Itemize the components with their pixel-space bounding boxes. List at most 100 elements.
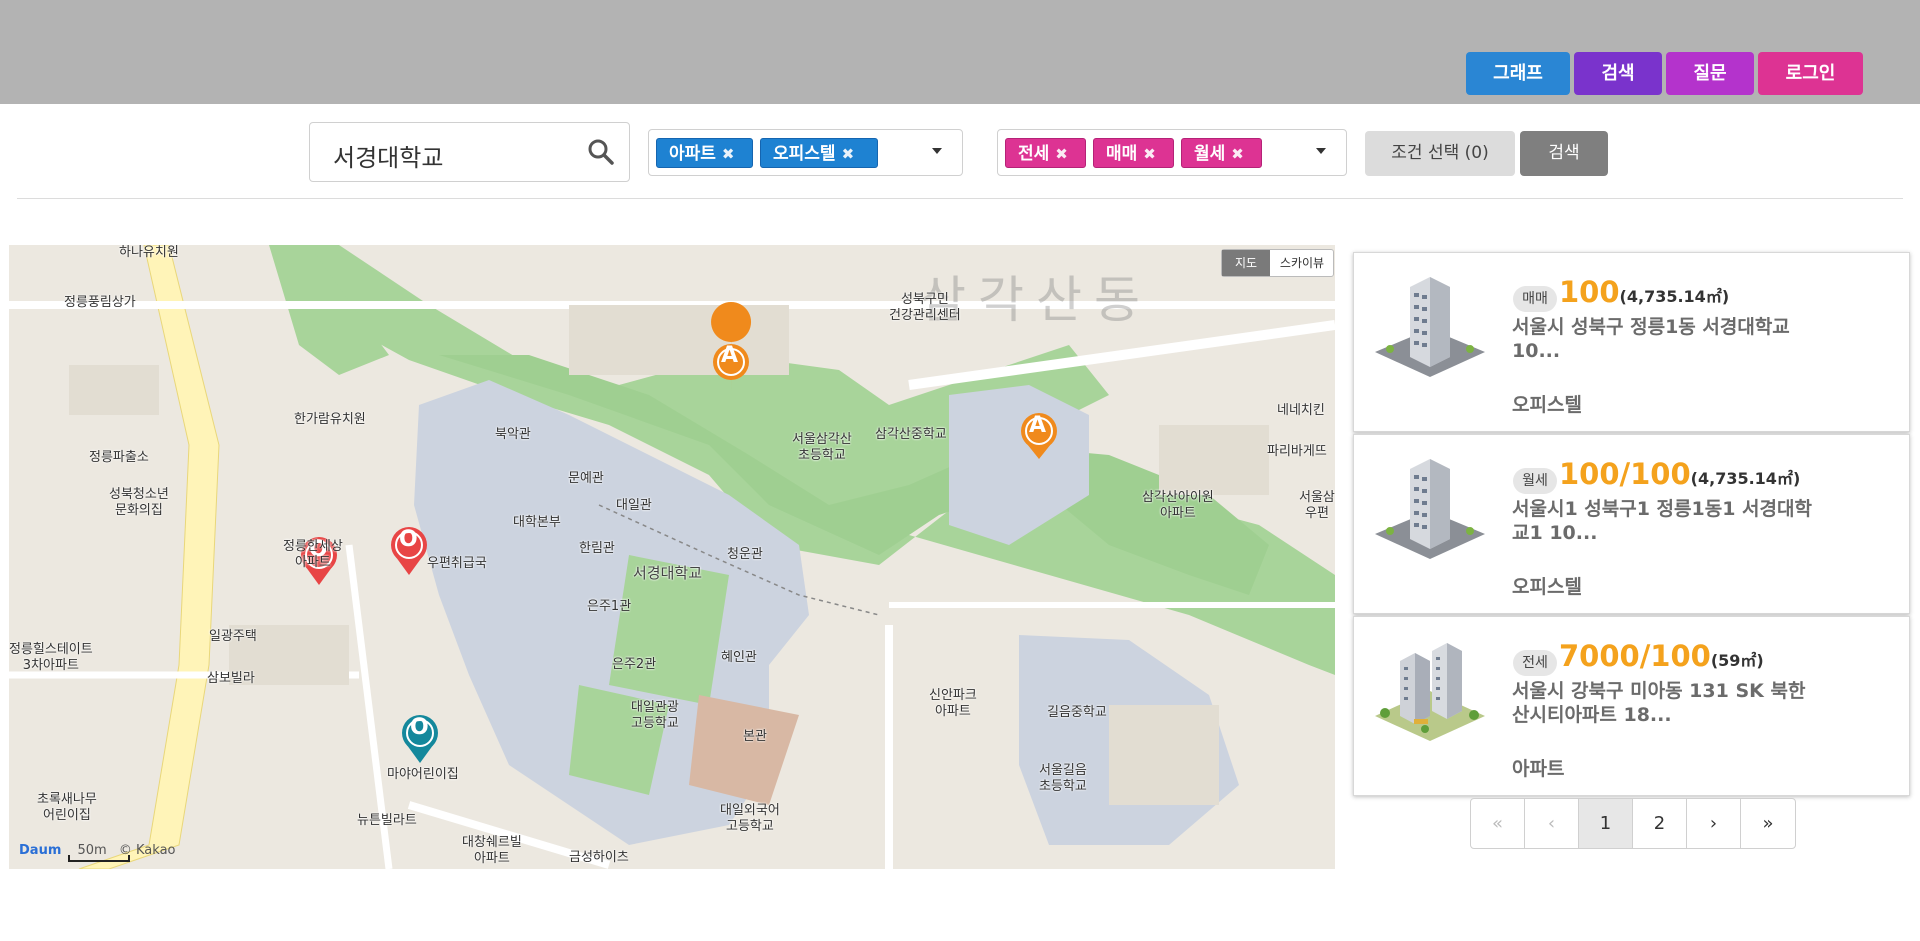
search-nav-button[interactable]: 검색 <box>1574 52 1662 95</box>
search-input-value: 서경대학교 <box>333 144 444 172</box>
map-label: 길음중학교 <box>1047 705 1107 720</box>
result-card[interactable]: 전세 7000/100(59㎡) 서울시 강북구 미아동 131 SK 북한산시… <box>1353 616 1910 796</box>
chip-label: 전세 <box>1018 144 1050 164</box>
condition-select-button[interactable]: 조건 선택 (0) <box>1365 131 1515 176</box>
map-type-toggle[interactable]: 지도 스카이뷰 <box>1221 249 1334 277</box>
deal-type-select[interactable]: 전세 ✖ 매매 ✖ 월세 ✖ <box>997 129 1347 176</box>
chip-label: 오피스텔 <box>773 144 836 164</box>
map-label: 정릉힐스테이트 3차아파트 <box>9 642 93 673</box>
map-label: 서울삼 우편 <box>1299 490 1335 521</box>
address: 서울시 강북구 미아동 131 SK 북한산시티아파트 18... <box>1512 680 1806 726</box>
chip-label: 아파트 <box>669 144 716 164</box>
property-type-select[interactable]: 아파트 ✖ 오피스텔 ✖ <box>648 129 963 176</box>
map-label: 대창쉐르빌 아파트 <box>462 835 522 866</box>
chip-remove-icon[interactable]: ✖ <box>842 139 855 169</box>
map-label: 북악관 <box>495 427 531 442</box>
chip-remove-icon[interactable]: ✖ <box>722 139 735 169</box>
login-button[interactable]: 로그인 <box>1758 52 1863 95</box>
apartment-complex-icon <box>1375 643 1485 741</box>
map-label: 네네치킨 <box>1277 403 1325 418</box>
map-marker-letter: A <box>721 343 739 368</box>
deal-badge: 매매 <box>1513 286 1557 312</box>
page-button-1[interactable]: 1 <box>1579 799 1633 848</box>
first-page-button[interactable]: « <box>1471 799 1525 848</box>
map-label: 서울길음 초등학교 <box>1039 763 1087 794</box>
map-label: 은주2관 <box>612 657 657 672</box>
area: (4,735.14㎡) <box>1690 469 1801 488</box>
daum-logo: Daum <box>19 843 62 858</box>
price: 100/100(4,735.14㎡) <box>1559 457 1800 491</box>
chip-officetel[interactable]: 오피스텔 ✖ <box>760 138 878 168</box>
map-label: 정릉풍림상가 <box>64 295 136 310</box>
map-label: 청운관 <box>727 547 763 562</box>
search-button[interactable]: 검색 <box>1520 131 1608 176</box>
result-card[interactable]: 매매 100(4,735.14㎡) 서울시 성북구 정릉1동 서경대학교 10.… <box>1353 252 1910 432</box>
map-label: 파리바게뜨 <box>1267 444 1327 459</box>
map-label: 신안파크 아파트 <box>929 688 977 719</box>
map-type-skyview[interactable]: 스카이뷰 <box>1270 250 1334 276</box>
prev-page-button[interactable]: ‹ <box>1525 799 1579 848</box>
map-type-map[interactable]: 지도 <box>1222 250 1270 276</box>
map-label: 하나유치원 <box>119 245 179 260</box>
chip-remove-icon[interactable]: ✖ <box>1055 139 1068 169</box>
map-footer: Daum 50m © Kakao <box>19 843 176 858</box>
search-input[interactable]: 서경대학교 <box>309 122 630 182</box>
map-label: 은주1관 <box>587 599 632 614</box>
area: (4,735.14㎡) <box>1619 287 1730 306</box>
map-marker-letter: O <box>410 715 429 740</box>
page-button-2[interactable]: 2 <box>1633 799 1687 848</box>
price-value: 100 <box>1559 275 1620 309</box>
area: (59㎡) <box>1710 651 1764 670</box>
property-type: 오피스텔 <box>1512 394 1582 416</box>
map-label: 서경대학교 <box>633 564 703 582</box>
map-label: 금성하이츠 <box>569 850 629 865</box>
chip-wolse[interactable]: 월세 ✖ <box>1181 138 1262 168</box>
chip-maemae[interactable]: 매매 ✖ <box>1093 138 1174 168</box>
map-label: 마야어린이집 <box>387 767 459 782</box>
divider <box>17 198 1903 199</box>
chip-label: 월세 <box>1194 144 1226 164</box>
map-marker-letter: A <box>1029 413 1047 438</box>
chip-jeonse[interactable]: 전세 ✖ <box>1005 138 1086 168</box>
map-label: 서울삼각산 초등학교 <box>792 432 852 463</box>
address: 서울시1 성북구1 정릉1동1 서경대학교1 10... <box>1512 498 1812 544</box>
map-label: 한림관 <box>579 541 615 556</box>
search-icon[interactable] <box>587 138 615 166</box>
result-card[interactable]: 월세 100/100(4,735.14㎡) 서울시1 성북구1 정릉1동1 서경… <box>1353 434 1910 614</box>
price-value: 100/100 <box>1559 457 1691 491</box>
map-label: 뉴튼빌라트 <box>357 813 417 828</box>
map-label: 대일외국어 고등학교 <box>720 803 780 834</box>
chip-apartment[interactable]: 아파트 ✖ <box>656 138 753 168</box>
map-label: 성북청소년 문화의집 <box>109 487 169 518</box>
last-page-button[interactable]: » <box>1741 799 1795 848</box>
map-label: 대일관 <box>616 498 652 513</box>
map-label: 대일관광 고등학교 <box>631 700 679 731</box>
building-icon <box>1375 459 1485 559</box>
pagination: « ‹ 1 2 › » <box>1470 798 1796 849</box>
property-type: 오피스텔 <box>1512 576 1582 598</box>
map-scale: 50m <box>77 843 107 858</box>
property-type: 아파트 <box>1512 758 1565 780</box>
map-label: 문예관 <box>568 471 604 486</box>
graph-button[interactable]: 그래프 <box>1466 52 1570 95</box>
chevron-down-icon[interactable] <box>932 148 942 154</box>
map-view[interactable]: A A O O O 삼각산동 정릉풍림상가 하나유치원 정릉파출소 성북청소년 … <box>9 245 1335 869</box>
map-label: 삼보빌라 <box>207 671 255 686</box>
next-page-button[interactable]: › <box>1687 799 1741 848</box>
top-bar: 그래프 검색 질문 로그인 <box>0 0 1920 104</box>
deal-badge: 월세 <box>1513 468 1557 494</box>
price-value: 7000/100 <box>1559 639 1711 673</box>
map-label: 정릉한세상 아파트 <box>283 539 343 570</box>
map-label: 정릉파출소 <box>89 450 149 465</box>
map-label: 일광주택 <box>209 629 257 644</box>
chip-remove-icon[interactable]: ✖ <box>1143 139 1156 169</box>
chevron-down-icon[interactable] <box>1316 148 1326 154</box>
address: 서울시 성북구 정릉1동 서경대학교 10... <box>1512 316 1790 362</box>
question-button[interactable]: 질문 <box>1666 52 1754 95</box>
map-label: 대학본부 <box>513 515 561 530</box>
map-label: 삼각산아이원 아파트 <box>1142 490 1214 521</box>
map-label: 본관 <box>743 729 767 744</box>
map-label: 우편취급국 <box>427 556 487 571</box>
map-canvas <box>9 245 1335 869</box>
chip-remove-icon[interactable]: ✖ <box>1231 139 1244 169</box>
